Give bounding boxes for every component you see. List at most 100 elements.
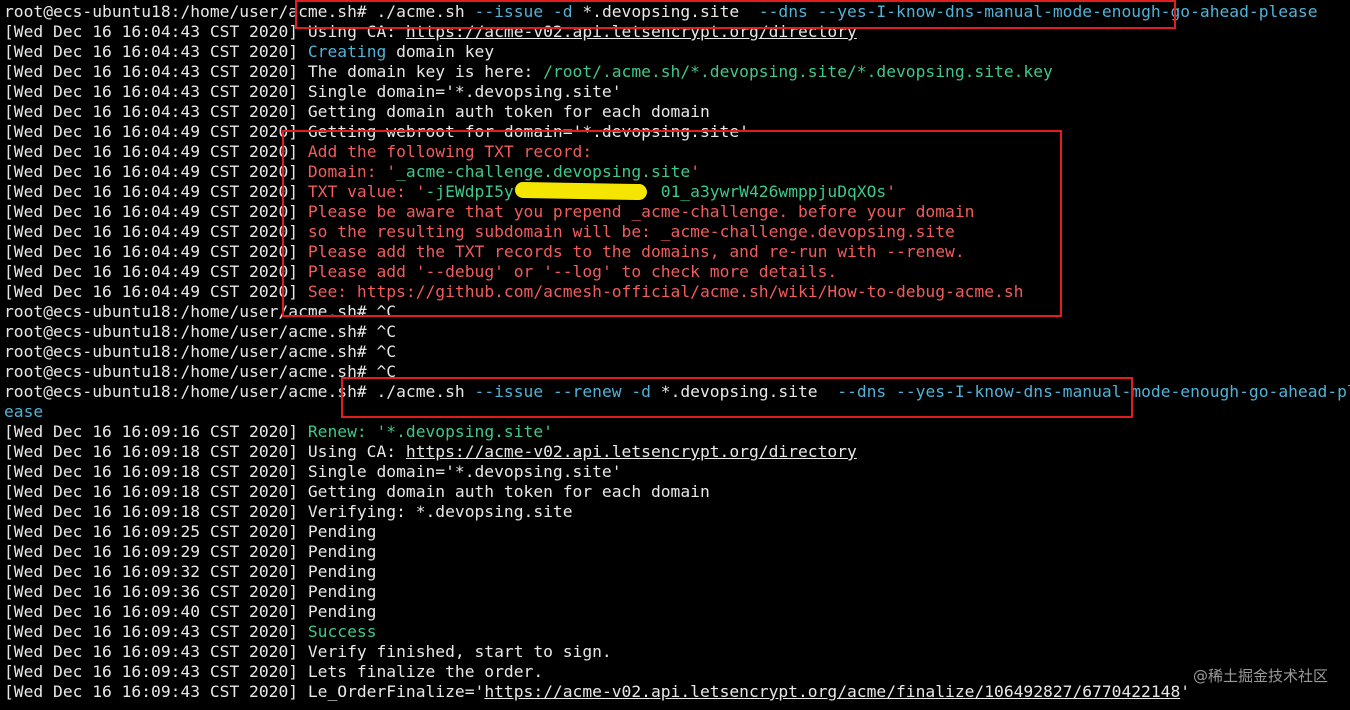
terminal-text: [Wed Dec 16 16:09:18 CST 2020] Using CA: [4,442,406,461]
terminal-text: root@ecs-ubuntu18:/home/user/acme.sh# ^C [4,302,397,321]
terminal-text: [Wed Dec 16 16:04:43 CST 2020] [4,42,308,61]
terminal-line: [Wed Dec 16 16:09:43 CST 2020] Lets fina… [4,662,1350,682]
terminal-text: [Wed Dec 16 16:04:49 CST 2020] [4,162,308,181]
terminal-link[interactable]: https://acme-v02.api.letsencrypt.org/dir… [406,442,857,461]
terminal-text: TXT value: ' [307,182,426,201]
terminal-text: [Wed Dec 16 16:04:43 CST 2020] Getting d… [4,102,710,121]
terminal-line: [Wed Dec 16 16:04:49 CST 2020] Please ad… [4,242,1350,262]
terminal-text: Add the following TXT record: [307,142,593,161]
terminal-line: [Wed Dec 16 16:04:49 CST 2020] Add the f… [4,142,1350,162]
terminal-line: root@ecs-ubuntu18:/home/user/acme.sh# ^C [4,322,1350,342]
terminal-line: [Wed Dec 16 16:09:18 CST 2020] Verifying… [4,502,1350,522]
terminal-text: root@ecs-ubuntu18:/home/user/acme.sh# ./… [4,2,475,21]
terminal-text: [Wed Dec 16 16:04:49 CST 2020] [4,142,308,161]
terminal-link[interactable]: https://acme-v02.api.letsencrypt.org/acm… [484,682,1180,701]
terminal-text: [Wed Dec 16 16:04:49 CST 2020] [4,242,308,261]
terminal-line: root@ecs-ubuntu18:/home/user/acme.sh# ^C [4,362,1350,382]
terminal-line: [Wed Dec 16 16:04:49 CST 2020] Getting w… [4,122,1350,142]
terminal-text: [Wed Dec 16 16:09:16 CST 2020] [4,422,308,441]
terminal-text: [Wed Dec 16 16:09:36 CST 2020] Pending [4,582,377,601]
terminal-line: [Wed Dec 16 16:04:43 CST 2020] The domai… [4,62,1350,82]
terminal-line: ease [4,402,1350,422]
terminal-text: -jEWdpI5y 01_a3ywrW426wmppjuDqXOs [425,182,887,201]
terminal-text: [Wed Dec 16 16:09:43 CST 2020] Verify fi… [4,642,612,661]
terminal-text: [Wed Dec 16 16:09:25 CST 2020] Pending [4,522,377,541]
terminal-text: [Wed Dec 16 16:09:32 CST 2020] Pending [4,562,377,581]
terminal-text: --dns --yes-I-know-dns-manual-mode-enoug… [758,2,1318,21]
terminal-line: [Wed Dec 16 16:09:16 CST 2020] Renew: '*… [4,422,1350,442]
terminal-line: [Wed Dec 16 16:04:49 CST 2020] TXT value… [4,182,1350,202]
terminal-text: domain key [386,42,495,61]
terminal-text: root@ecs-ubuntu18:/home/user/acme.sh# ^C [4,362,397,381]
terminal-text: [Wed Dec 16 16:09:29 CST 2020] Pending [4,542,377,561]
terminal-text: Domain: ' [307,162,397,181]
terminal-text: root@ecs-ubuntu18:/home/user/acme.sh# ./… [4,382,475,401]
terminal-text: so the resulting subdomain will be: _acm… [307,222,955,241]
terminal-line: [Wed Dec 16 16:04:43 CST 2020] Using CA:… [4,22,1350,42]
terminal-text: Please be aware that you prepend _acme-c… [307,202,975,221]
terminal-line: [Wed Dec 16 16:04:49 CST 2020] Please ad… [4,262,1350,282]
terminal-text: [Wed Dec 16 16:09:18 CST 2020] Verifying… [4,502,573,521]
terminal-text: [Wed Dec 16 16:04:43 CST 2020] The domai… [4,62,544,81]
terminal-text: [Wed Dec 16 16:04:49 CST 2020] [4,262,308,281]
terminal-line: root@ecs-ubuntu18:/home/user/acme.sh# ./… [4,382,1350,402]
terminal-text: [Wed Dec 16 16:09:40 CST 2020] Pending [4,602,377,621]
terminal-text: [Wed Dec 16 16:04:49 CST 2020] [4,182,308,201]
terminal-text: /root/.acme.sh/*.devopsing.site/*.devops… [543,62,1053,81]
terminal-text: Renew: '*.devopsing.site' [307,422,553,441]
terminal-text: Please add the TXT records to the domain… [307,242,965,261]
terminal-line: root@ecs-ubuntu18:/home/user/acme.sh# ^C [4,342,1350,362]
terminal-text: ' [690,162,700,181]
terminal-text: --dns --yes-I-know-dns-manual-mode-enoug… [837,382,1350,401]
terminal-line: root@ecs-ubuntu18:/home/user/acme.sh# ^C [4,302,1350,322]
terminal-line: [Wed Dec 16 16:04:43 CST 2020] Getting d… [4,102,1350,122]
terminal-text: [Wed Dec 16 16:04:49 CST 2020] [4,202,308,221]
terminal-text: --issue --renew -d [474,382,651,401]
terminal-line: [Wed Dec 16 16:09:25 CST 2020] Pending [4,522,1350,542]
terminal-text: --issue -d [474,2,573,21]
terminal-text: Success [307,622,377,641]
terminal-text: See: https://github.com/acmesh-official/… [307,282,1024,301]
terminal-line: [Wed Dec 16 16:09:18 CST 2020] Single do… [4,462,1350,482]
terminal-line: [Wed Dec 16 16:09:18 CST 2020] Using CA:… [4,442,1350,462]
terminal-output[interactable]: root@ecs-ubuntu18:/home/user/acme.sh# ./… [4,2,1350,702]
redaction-mark [514,181,648,201]
terminal-line: [Wed Dec 16 16:04:49 CST 2020] Please be… [4,202,1350,222]
terminal-text: *.devopsing.site [572,2,759,21]
terminal-text: root@ecs-ubuntu18:/home/user/acme.sh# ^C [4,322,397,341]
terminal-text: ' [886,182,897,201]
terminal-text: _acme-challenge.devopsing.site [396,162,691,181]
terminal-text: Please add '--debug' or '--log' to check… [307,262,838,281]
terminal-line: [Wed Dec 16 16:04:49 CST 2020] See: http… [4,282,1350,302]
terminal-text: Creating [307,42,387,61]
terminal-text: ease [4,402,44,421]
terminal-text: [Wed Dec 16 16:04:43 CST 2020] Using CA: [4,22,406,41]
terminal-line: [Wed Dec 16 16:04:43 CST 2020] Creating … [4,42,1350,62]
terminal-text: [Wed Dec 16 16:04:49 CST 2020] [4,222,308,241]
terminal-link[interactable]: https://acme-v02.api.letsencrypt.org/dir… [406,22,857,41]
terminal-text: [Wed Dec 16 16:09:18 CST 2020] Single do… [4,462,622,481]
terminal-text: [Wed Dec 16 16:09:43 CST 2020] [4,622,308,641]
terminal-text: [Wed Dec 16 16:09:43 CST 2020] Le_OrderF… [4,682,485,701]
terminal-line: [Wed Dec 16 16:04:49 CST 2020] Domain: '… [4,162,1350,182]
terminal-text: *.devopsing.site [650,382,838,401]
terminal-line: [Wed Dec 16 16:04:49 CST 2020] so the re… [4,222,1350,242]
terminal-line: root@ecs-ubuntu18:/home/user/acme.sh# ./… [4,2,1350,22]
terminal-text: ' [1180,682,1191,701]
terminal-line: [Wed Dec 16 16:09:29 CST 2020] Pending [4,542,1350,562]
terminal-line: [Wed Dec 16 16:09:43 CST 2020] Success [4,622,1350,642]
terminal-line: [Wed Dec 16 16:09:18 CST 2020] Getting d… [4,482,1350,502]
terminal-text: root@ecs-ubuntu18:/home/user/acme.sh# ^C [4,342,397,361]
terminal-text: [Wed Dec 16 16:04:43 CST 2020] Single do… [4,82,622,101]
terminal-line: [Wed Dec 16 16:04:43 CST 2020] Single do… [4,82,1350,102]
terminal-line: [Wed Dec 16 16:09:43 CST 2020] Verify fi… [4,642,1350,662]
terminal-line: [Wed Dec 16 16:09:32 CST 2020] Pending [4,562,1350,582]
terminal-text: [Wed Dec 16 16:04:49 CST 2020] Getting w… [4,122,749,141]
watermark: @稀土掘金技术社区 [1192,667,1328,685]
terminal-text: [Wed Dec 16 16:09:18 CST 2020] Getting d… [4,482,710,501]
terminal-text: [Wed Dec 16 16:04:49 CST 2020] [4,282,308,301]
terminal-line: [Wed Dec 16 16:09:36 CST 2020] Pending [4,582,1350,602]
terminal-line: [Wed Dec 16 16:09:43 CST 2020] Le_OrderF… [4,682,1350,702]
terminal-text: [Wed Dec 16 16:09:43 CST 2020] Lets fina… [4,662,544,681]
terminal-line: [Wed Dec 16 16:09:40 CST 2020] Pending [4,602,1350,622]
